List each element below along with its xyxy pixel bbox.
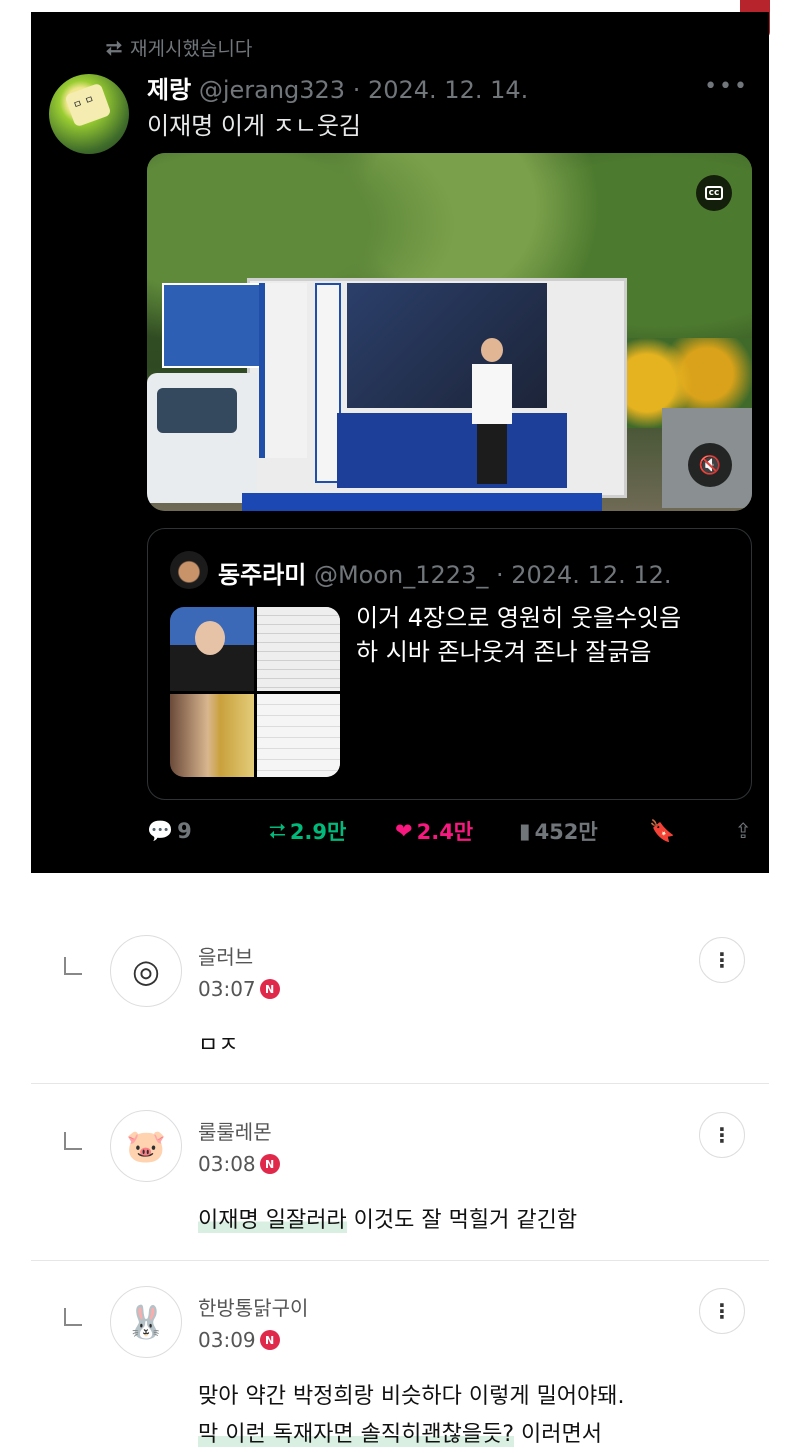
commenter-name[interactable]: 한방통닭구이 [198, 1292, 308, 1321]
quote-image[interactable] [256, 693, 340, 777]
comment-time: 03:07 N [198, 977, 280, 1001]
bookmark-button[interactable]: 🔖 [649, 819, 729, 844]
new-badge: N [259, 1330, 280, 1350]
quoted-tweet[interactable]: 동주라미 @Moon_1223_ · 2024. 12. 12. 이거 4장으로… [147, 528, 752, 800]
reply-icon: 💬 [147, 818, 174, 843]
comment-time: 03:09 N [198, 1328, 280, 1352]
tweet-text: 이재명 이게 ㅈㄴ웃김 [147, 112, 361, 140]
tweet-actions: 💬 9 ⮂ 2.9만 ❤ 2.4만 ▮ 452만 🔖 ⇪ [147, 816, 752, 846]
divider [31, 1083, 769, 1084]
comment-menu-button[interactable]: ⋮ [699, 1112, 745, 1158]
divider [31, 1260, 769, 1261]
quote-image-grid[interactable] [170, 607, 340, 777]
author-handle-date[interactable]: @jerang323 · 2024. 12. 14. [199, 76, 528, 104]
mute-icon[interactable]: 🔇 [688, 443, 732, 487]
quote-header: 동주라미 @Moon_1223_ · 2024. 12. 12. [218, 555, 672, 590]
repost-count: 2.9만 [289, 820, 347, 844]
highlighted-text: 막 이런 독재자면 솔직히괜찮을듯? [198, 1422, 515, 1447]
video-player[interactable]: cc 🔇 [147, 153, 752, 511]
repost-indicator: ⮂ 재게시했습니다 [106, 34, 252, 61]
share-button[interactable]: ⇪ [734, 819, 752, 843]
commenter-avatar[interactable]: 🐰 [110, 1286, 182, 1358]
reply-button[interactable]: 💬 9 [147, 819, 269, 844]
more-options-icon[interactable]: ••• [704, 74, 749, 99]
views-icon: ▮ [519, 819, 531, 843]
comment-body: ㅁㅈ [198, 1033, 239, 1058]
reply-count: 9 [177, 819, 192, 843]
comment-body: 이재명 일잘러라 이것도 잘 먹힐거 같긴함 [198, 1208, 578, 1233]
highlighted-text: 이재명 일잘러라 [198, 1208, 347, 1233]
reply-indent-icon [64, 1132, 82, 1150]
like-button[interactable]: ❤ 2.4만 [395, 816, 519, 846]
repost-icon: ⮂ [106, 35, 122, 60]
repost-icon: ⮂ [269, 818, 286, 843]
quote-image[interactable] [170, 693, 254, 777]
commenter-name[interactable]: 룰룰레몬 [198, 1116, 272, 1145]
captions-icon[interactable]: cc [696, 175, 732, 211]
reply-indent-icon [64, 957, 82, 975]
quote-author-name: 동주라미 [218, 561, 307, 589]
heart-icon: ❤ [395, 819, 413, 843]
new-badge: N [259, 979, 280, 999]
repost-button[interactable]: ⮂ 2.9만 [269, 816, 395, 846]
view-count: 452만 [534, 820, 598, 844]
tweet-header: 제랑 @jerang323 · 2024. 12. 14. [147, 70, 528, 105]
share-icon: ⇪ [734, 819, 752, 843]
quote-text: 이거 4장으로 영원히 웃을수잇음 하 시바 존나웃겨 존나 잘긁음 [356, 604, 682, 666]
views-button[interactable]: ▮ 452만 [519, 816, 649, 846]
repost-label: 재게시했습니다 [130, 38, 253, 60]
like-count: 2.4만 [416, 820, 474, 844]
commenter-avatar[interactable]: ◎ [110, 935, 182, 1007]
quote-image[interactable] [256, 607, 340, 691]
comment-menu-button[interactable]: ⋮ [699, 937, 745, 983]
bookmark-icon: 🔖 [649, 818, 676, 843]
comment-body: 맞아 약간 박정희랑 비슷하다 이렇게 밀어야돼. 막 이런 독재자면 솔직히괜… [198, 1384, 625, 1447]
author-avatar[interactable] [49, 74, 129, 154]
tweet-card[interactable]: ⮂ 재게시했습니다 제랑 @jerang323 · 2024. 12. 14. … [31, 12, 769, 873]
quote-author-avatar[interactable] [170, 551, 208, 589]
commenter-name[interactable]: 을러브 [198, 941, 253, 970]
comment-time: 03:08 N [198, 1152, 280, 1176]
author-name[interactable]: 제랑 [147, 76, 191, 104]
commenter-avatar[interactable]: 🐷 [110, 1110, 182, 1182]
comment-menu-button[interactable]: ⋮ [699, 1288, 745, 1334]
reply-indent-icon [64, 1308, 82, 1326]
quote-author-handle-date: @Moon_1223_ · 2024. 12. 12. [313, 561, 672, 589]
new-badge: N [259, 1154, 280, 1174]
quote-image[interactable] [170, 607, 254, 691]
